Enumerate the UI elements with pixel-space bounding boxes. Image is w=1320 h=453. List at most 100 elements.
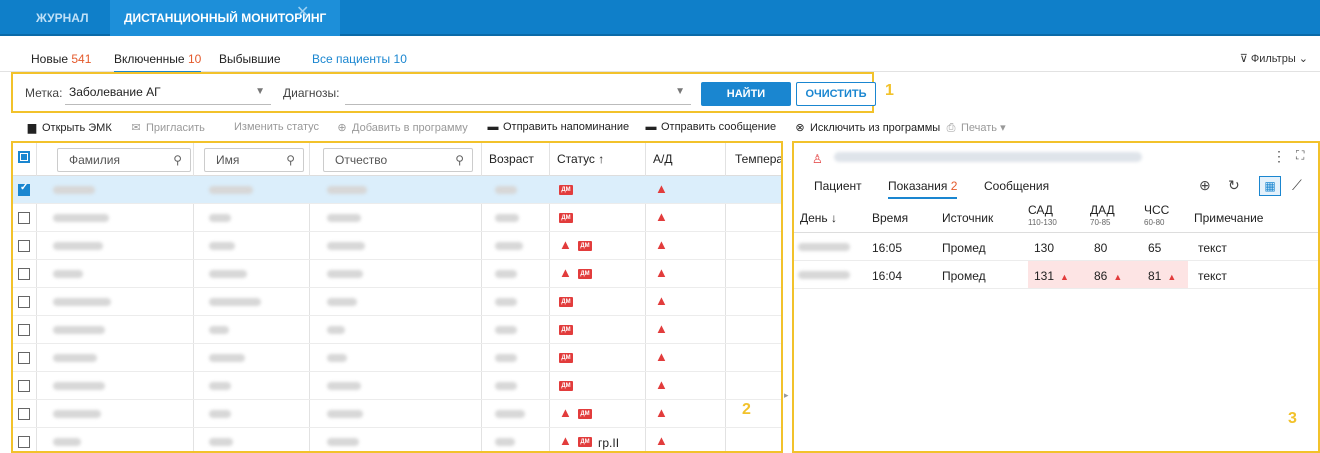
send-message-button[interactable]: ▬ Отправить сообщение <box>645 121 777 133</box>
warning-icon: ▲ <box>559 265 572 280</box>
table-row[interactable]: ДМ ▲ <box>13 316 781 344</box>
table-row[interactable]: ДМ ▲ <box>13 204 781 232</box>
reading-date-blurred <box>798 243 850 251</box>
reading-row[interactable]: 16:05 Промед 130 80 65 текст <box>794 233 1318 261</box>
patronymic-search-placeholder: Отчество <box>335 153 388 167</box>
bp-warning-icon: ▲ <box>655 321 668 336</box>
row-checkbox[interactable] <box>18 240 30 252</box>
patronymic-blurred <box>327 298 357 306</box>
diagnosis-select[interactable]: ▼ <box>345 81 691 105</box>
table-row[interactable]: ▲ ДМ ▲ <box>13 400 781 428</box>
reading-source: Промед <box>942 241 986 255</box>
col-hr-label: ЧСС <box>1144 203 1170 217</box>
dm-badge: ДМ <box>578 241 592 251</box>
refresh-icon[interactable]: ↻ <box>1228 177 1240 194</box>
dm-badge: ДМ <box>559 325 573 335</box>
reading-sad: 131 ▲ <box>1034 269 1069 283</box>
col-temperature[interactable]: Температ <box>735 152 781 166</box>
subtab-dropped[interactable]: Выбывшие <box>219 52 281 66</box>
patronymic-blurred <box>327 242 365 250</box>
reading-hr: 81 ▲ <box>1148 269 1176 283</box>
invite-button[interactable]: ✉ Пригласить <box>130 121 205 134</box>
row-checkbox[interactable] <box>18 380 30 392</box>
tab-patient[interactable]: Пациент <box>814 179 862 193</box>
filters-button[interactable]: ⊽ Фильтры ⌄ <box>1240 52 1308 65</box>
firstname-search-input[interactable]: Имя ⚲ <box>204 148 304 172</box>
table-row[interactable]: ДМ ▲ <box>13 344 781 372</box>
send-reminder-button[interactable]: ▬ Отправить напоминание <box>487 121 630 133</box>
col-time[interactable]: Время <box>872 211 908 225</box>
age-blurred <box>495 186 517 194</box>
row-checkbox[interactable] <box>18 324 30 336</box>
table-view-icon[interactable]: ▦ <box>1259 176 1281 196</box>
add-to-program-button[interactable]: ⊕ Добавить в программу <box>336 121 467 134</box>
row-checkbox[interactable] <box>18 408 30 420</box>
firstname-blurred <box>209 438 233 446</box>
tab-journal[interactable]: ЖУРНАЛ <box>36 0 89 36</box>
close-tab-icon[interactable]: ✕ <box>296 2 309 22</box>
patronymic-search-input[interactable]: Отчество ⚲ <box>323 148 473 172</box>
table-row[interactable]: ДМ ▲ <box>13 288 781 316</box>
row-checkbox[interactable] <box>18 182 30 196</box>
lastname-blurred <box>53 438 81 446</box>
more-menu-icon[interactable]: ⋮ <box>1272 148 1286 165</box>
dropdown-caret-icon: ▼ <box>255 86 265 97</box>
table-row[interactable]: ▲ ДМ ▲ <box>13 232 781 260</box>
panel-splitter-handle[interactable]: ▸ <box>784 390 789 401</box>
col-bp[interactable]: А/Д <box>653 152 672 166</box>
table-row[interactable]: ДМ ▲ <box>13 372 781 400</box>
fullscreen-icon[interactable]: ⛶ <box>1296 148 1304 163</box>
subtab-new[interactable]: Новые 541 <box>31 52 91 66</box>
col-day[interactable]: День ↓ <box>800 211 837 225</box>
col-source[interactable]: Источник <box>942 211 993 225</box>
reading-row[interactable]: 16:04 Промед 131 ▲ 86 ▲ 81 ▲ текст <box>794 261 1318 289</box>
col-status[interactable]: Статус ↑ <box>557 152 604 166</box>
reading-sad-value: 131 <box>1034 269 1055 283</box>
row-checkbox[interactable] <box>18 212 30 224</box>
tab-messages[interactable]: Сообщения <box>984 179 1049 193</box>
app-header: ЖУРНАЛ ДИСТАНЦИОННЫЙ МОНИТОРИНГ ✕ <box>0 0 1320 36</box>
age-blurred <box>495 326 517 334</box>
invite-label: Пригласить <box>146 122 205 134</box>
find-button[interactable]: НАЙТИ <box>701 82 791 106</box>
search-icon: ⚲ <box>455 153 464 167</box>
bp-warning-icon: ▲ <box>655 181 668 196</box>
col-sad[interactable]: САД 110-130 <box>1028 203 1057 227</box>
patient-name-blurred <box>834 152 1142 162</box>
select-all-checkbox[interactable] <box>18 151 30 163</box>
lastname-search-input[interactable]: Фамилия ⚲ <box>57 148 191 172</box>
row-checkbox[interactable] <box>18 436 30 448</box>
row-checkbox[interactable] <box>18 352 30 364</box>
dm-badge: ДМ <box>578 437 592 447</box>
reading-dad: 80 <box>1094 241 1108 255</box>
col-hr[interactable]: ЧСС 60-80 <box>1144 203 1169 227</box>
col-dad[interactable]: ДАД 70-85 <box>1090 203 1115 227</box>
chart-view-icon[interactable]: ⟋ <box>1292 177 1302 194</box>
add-circle-icon[interactable]: ⊕ <box>1199 177 1211 194</box>
dm-badge: ДМ <box>578 409 592 419</box>
change-status-button[interactable]: Изменить статус <box>234 121 319 133</box>
table-row[interactable]: ▲ ДМ ▲ <box>13 260 781 288</box>
table-row[interactable]: ДМ ▲ <box>13 176 781 204</box>
col-note[interactable]: Примечание <box>1194 211 1263 225</box>
subtab-all-patients[interactable]: Все пациенты 10 <box>312 52 407 66</box>
col-day-label: День <box>800 211 828 225</box>
exclude-from-program-button[interactable]: ⊗ Исключить из программы <box>794 121 940 134</box>
subtab-included[interactable]: Включенные 10 <box>114 52 202 73</box>
tag-select[interactable]: Заболевание АГ ▼ <box>65 81 271 105</box>
patronymic-blurred <box>327 410 363 418</box>
print-label: Печать <box>961 122 998 134</box>
table-row[interactable]: ▲ ДМ гр.II ▲ <box>13 428 781 451</box>
firstname-blurred <box>209 298 261 306</box>
row-checkbox[interactable] <box>18 296 30 308</box>
row-checkbox[interactable] <box>18 268 30 280</box>
clear-button[interactable]: ОЧИСТИТЬ <box>796 82 876 106</box>
tab-readings[interactable]: Показания 2 <box>888 179 958 199</box>
print-button[interactable]: ⎙ Печать ▾ <box>945 121 1006 135</box>
warning-icon: ▲ <box>559 433 572 448</box>
reading-note: текст <box>1198 269 1227 283</box>
open-emk-button[interactable]: ▆ Открыть ЭМК <box>26 121 112 134</box>
patronymic-blurred <box>327 354 347 362</box>
table-header: Фамилия ⚲ Имя ⚲ Отчество ⚲ Возраст Статус ↑… <box>13 143 781 176</box>
col-age[interactable]: Возраст <box>489 152 534 166</box>
